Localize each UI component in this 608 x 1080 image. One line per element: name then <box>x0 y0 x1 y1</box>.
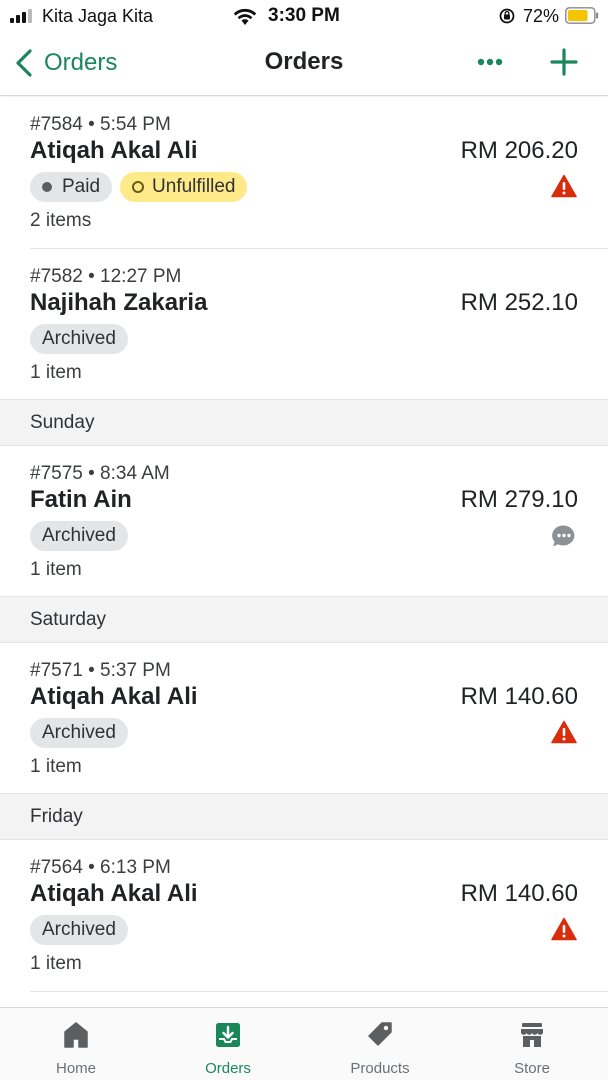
order-number-time: #7582 • 12:27 PM <box>30 266 182 287</box>
order-row[interactable]: #7575 • 8:34 AM Fatin Ain RM 279.10 Arch… <box>0 446 608 596</box>
order-item-count: 1 item <box>30 756 82 777</box>
tab-store-label: Store <box>514 1060 550 1077</box>
orders-list: #7584 • 5:54 PM Atiqah Akal Ali RM 206.2… <box>0 97 608 992</box>
order-row[interactable]: #7571 • 5:37 PM Atiqah Akal Ali RM 140.6… <box>0 643 608 793</box>
bottom-tab-bar: Home Orders Products Store <box>0 1007 608 1080</box>
home-icon <box>64 1022 88 1048</box>
wifi-icon <box>233 8 257 25</box>
chat-icon <box>552 525 575 547</box>
order-badges: Paid Unfulfilled <box>30 172 248 202</box>
add-order-icon[interactable] <box>548 46 580 78</box>
order-total: RM 279.10 <box>460 486 578 513</box>
order-customer-name: Fatin Ain <box>30 486 132 513</box>
order-badges: Archived <box>30 718 128 748</box>
navigation-bar: Orders Orders <box>0 32 608 96</box>
carrier-name: Kita Jaga Kita <box>42 6 154 26</box>
order-total: RM 140.60 <box>460 880 578 907</box>
warning-icon <box>551 917 577 941</box>
chevron-left-icon <box>16 49 32 77</box>
back-button-label: Orders <box>44 49 118 76</box>
warning-icon <box>551 174 577 198</box>
cellular-signal-icon <box>10 9 36 23</box>
rotation-lock-icon <box>499 8 515 24</box>
order-badges: Archived <box>30 521 128 551</box>
tab-home[interactable]: Home <box>0 1008 152 1080</box>
archived-badge: Archived <box>30 718 128 748</box>
order-row[interactable]: #7584 • 5:54 PM Atiqah Akal Ali RM 206.2… <box>0 97 608 249</box>
order-total: RM 252.10 <box>460 289 578 316</box>
back-button[interactable]: Orders <box>14 46 117 80</box>
more-options-icon[interactable] <box>472 46 508 78</box>
clock-time: 3:30 PM <box>268 5 340 26</box>
order-row[interactable]: #7582 • 12:27 PM Najihah Zakaria RM 252.… <box>0 249 608 399</box>
battery-percentage: 72% <box>523 6 560 26</box>
order-item-count: 2 items <box>30 210 92 231</box>
tab-products-label: Products <box>350 1060 410 1077</box>
order-row[interactable]: #7564 • 6:13 PM Atiqah Akal Ali RM 140.6… <box>0 840 608 992</box>
row-divider <box>30 991 608 992</box>
date-section-header: Saturday <box>0 596 608 643</box>
order-customer-name: Atiqah Akal Ali <box>30 137 198 164</box>
order-badges: Archived <box>30 324 128 354</box>
tab-orders-label: Orders <box>205 1060 251 1077</box>
archived-badge: Archived <box>30 324 128 354</box>
order-customer-name: Atiqah Akal Ali <box>30 683 198 710</box>
fulfillment-status-label: Unfulfilled <box>152 176 236 197</box>
order-number-time: #7571 • 5:37 PM <box>30 660 171 681</box>
status-ring-icon <box>132 181 145 193</box>
fulfillment-status-badge: Unfulfilled <box>120 172 248 202</box>
tab-store[interactable]: Store <box>456 1008 608 1080</box>
payment-status-label: Paid <box>62 176 101 197</box>
order-number-time: #7575 • 8:34 AM <box>30 463 170 484</box>
warning-icon <box>551 720 577 744</box>
archived-badge: Archived <box>30 521 128 551</box>
status-bar: Kita Jaga Kita 3:30 PM 72% <box>0 0 608 32</box>
tab-home-label: Home <box>55 1060 96 1077</box>
tag-icon <box>368 1022 392 1046</box>
order-customer-name: Atiqah Akal Ali <box>30 880 198 907</box>
order-item-count: 1 item <box>30 559 82 580</box>
tab-orders[interactable]: Orders <box>152 1008 304 1080</box>
orders-inbox-icon <box>216 1023 240 1047</box>
order-number-time: #7584 • 5:54 PM <box>30 114 171 135</box>
order-item-count: 1 item <box>30 362 82 383</box>
date-section-header: Friday <box>0 793 608 840</box>
status-dot-icon <box>42 182 52 192</box>
archived-badge: Archived <box>30 915 128 945</box>
order-customer-name: Najihah Zakaria <box>30 289 208 316</box>
tab-products[interactable]: Products <box>304 1008 456 1080</box>
order-badges: Archived <box>30 915 128 945</box>
battery-icon <box>565 7 599 24</box>
date-section-header: Sunday <box>0 399 608 446</box>
order-number-time: #7564 • 6:13 PM <box>30 857 171 878</box>
storefront-icon <box>521 1023 543 1047</box>
order-total: RM 206.20 <box>460 137 578 164</box>
order-item-count: 1 item <box>30 953 82 974</box>
order-total: RM 140.60 <box>460 683 578 710</box>
payment-status-badge: Paid <box>30 172 113 202</box>
